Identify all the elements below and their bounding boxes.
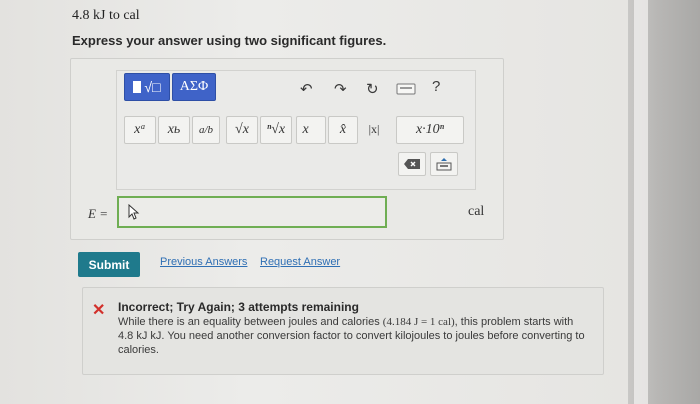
vector-button[interactable]: x⃗ <box>296 116 326 144</box>
superscript-button[interactable]: xᵃ <box>124 116 156 144</box>
subscript-button[interactable]: xь <box>158 116 190 144</box>
undo-icon[interactable]: ↶ <box>300 80 313 98</box>
square-icon <box>133 81 142 93</box>
feedback-text-1: While there is an equality between joule… <box>118 316 380 328</box>
feedback-equality: (4.184 J = 1 cal) <box>382 316 455 328</box>
scientific-notation-button[interactable]: x·10ⁿ <box>396 116 464 144</box>
templates-toggle-button[interactable]: √□ <box>124 73 170 101</box>
instructions: Express your answer using two significan… <box>72 33 387 48</box>
problem-statement: 4.8 kJ to cal <box>72 8 140 23</box>
delete-button[interactable] <box>398 152 426 176</box>
feedback-body: While there is an equality between joule… <box>118 315 590 357</box>
submit-button[interactable]: Submit <box>78 252 140 277</box>
unit-label: cal <box>468 204 485 219</box>
backspace-icon <box>404 159 420 169</box>
nth-root-button[interactable]: ⁿ√x <box>260 116 292 144</box>
reset-icon[interactable]: ↻ <box>366 80 379 98</box>
feedback-title: Incorrect; Try Again; 3 attempts remaini… <box>118 300 359 314</box>
greek-symbols-button[interactable]: ΑΣΦ <box>172 73 216 101</box>
absolute-value-button[interactable]: |x| <box>360 116 388 142</box>
answer-input[interactable] <box>117 196 387 228</box>
square-root-button[interactable]: √x <box>226 116 258 144</box>
answer-variable-label: E = <box>88 206 108 221</box>
previous-answers-link[interactable]: Previous Answers <box>160 256 247 268</box>
mouse-pointer-icon <box>128 203 140 223</box>
request-answer-link[interactable]: Request Answer <box>260 256 340 268</box>
fraction-button[interactable]: a/b <box>192 116 220 144</box>
keypad-icon <box>436 158 452 171</box>
keypad-button[interactable] <box>430 152 458 176</box>
keyboard-icon[interactable] <box>396 82 416 100</box>
templates-label: √□ <box>144 79 161 95</box>
help-button[interactable]: ? <box>432 78 440 95</box>
unit-vector-button[interactable]: x̂ <box>328 116 358 144</box>
incorrect-x-icon: ✕ <box>92 302 106 319</box>
redo-icon[interactable]: ↷ <box>334 80 347 98</box>
right-edge-panel <box>628 0 700 404</box>
